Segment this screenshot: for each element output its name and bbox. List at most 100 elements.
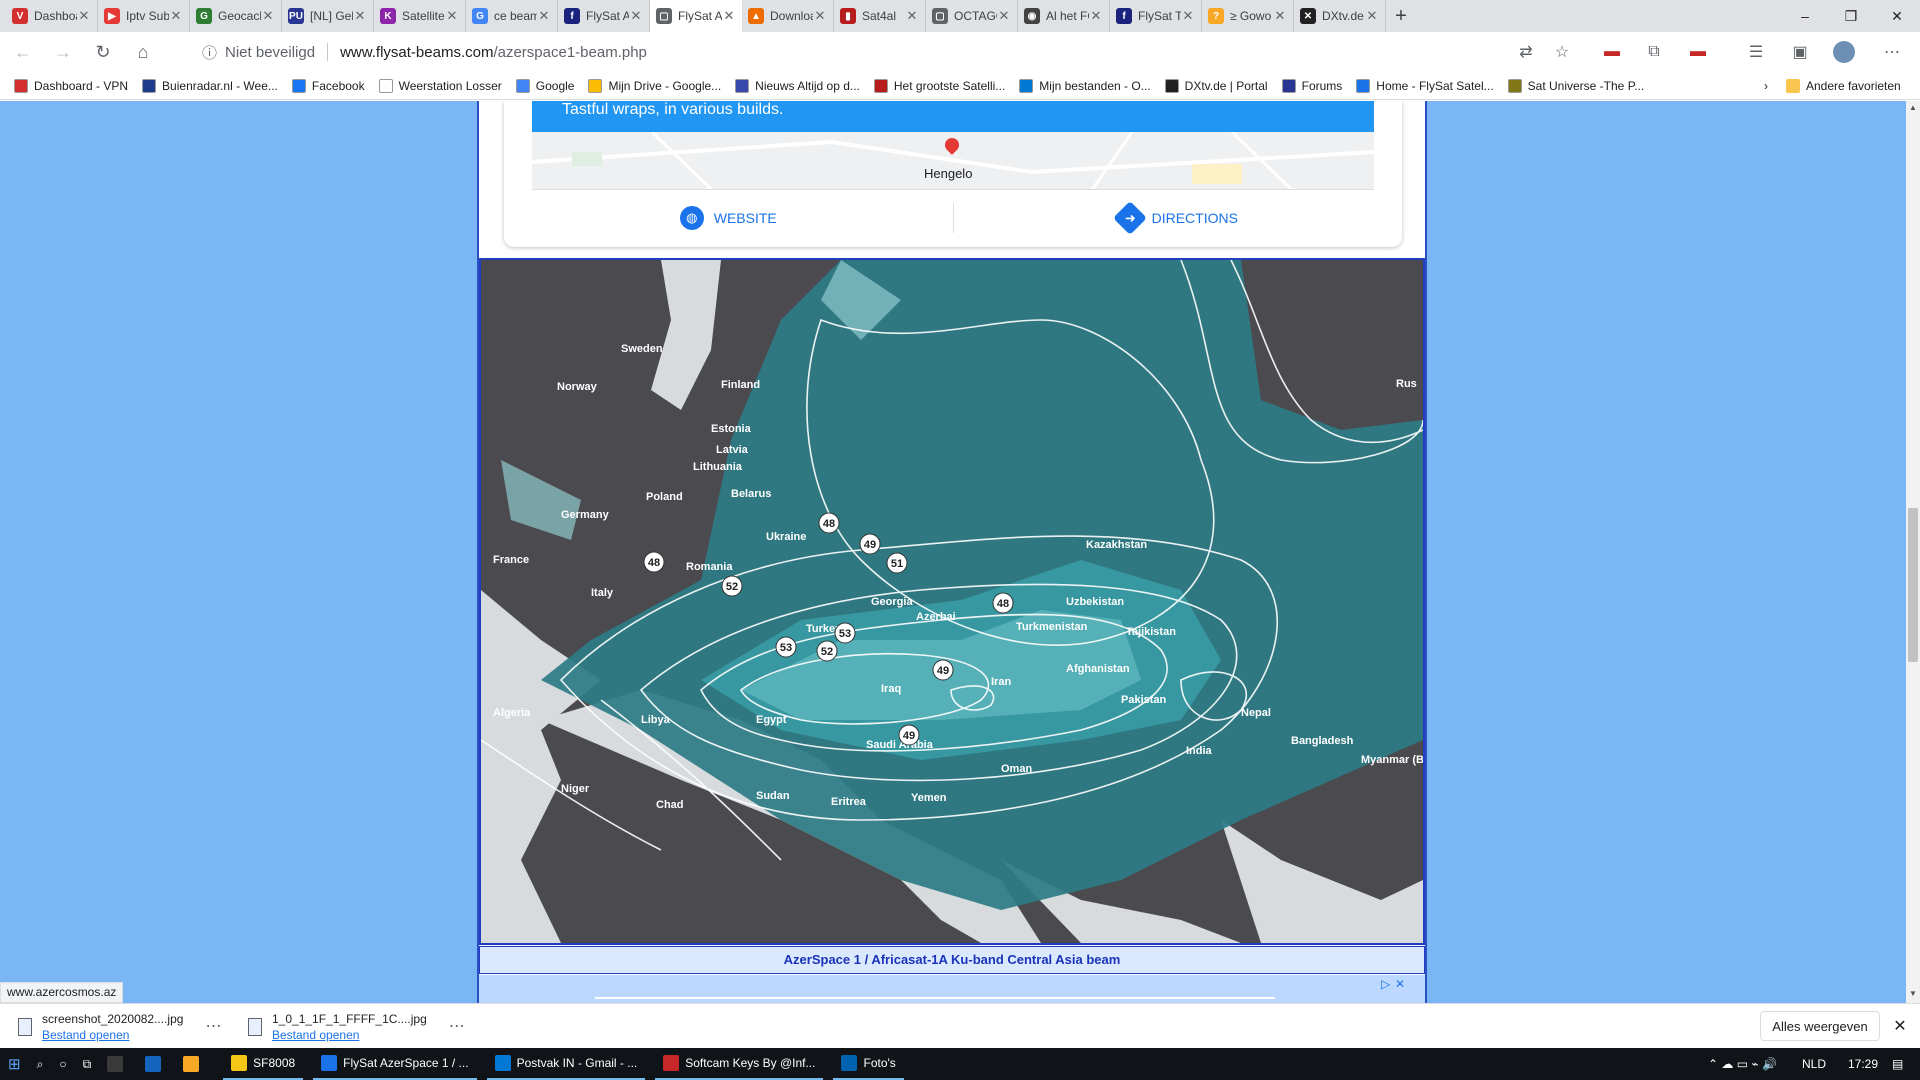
browser-tab[interactable]: ▶ Iptv Subs✕ [98,0,190,32]
task-view-icon[interactable]: ⧉ [75,1048,100,1080]
browser-tab[interactable]: V Dashboa✕ [6,0,98,32]
notifications-icon[interactable]: ▤ [1884,1048,1911,1080]
scroll-up-icon[interactable]: ▲ [1909,103,1917,112]
info-icon[interactable]: ⓘ [202,42,217,63]
taskbar-app[interactable]: Postvak IN - Gmail - ... [486,1048,646,1080]
bookmark-item[interactable]: Mijn Drive - Google... [588,78,721,93]
scroll-down-icon[interactable]: ▼ [1909,989,1917,998]
tab-close-icon[interactable]: ✕ [1365,8,1379,24]
bookmark-item[interactable]: Google [515,78,574,93]
bookmark-item[interactable]: Home - FlySat Satel... [1356,78,1494,93]
minimize-button[interactable]: – [1782,0,1828,32]
browser-tab[interactable]: f FlySat Tu✕ [1110,0,1202,32]
tab-close-icon[interactable]: ✕ [1273,8,1287,24]
bookmark-star-icon[interactable]: ☆ [1548,38,1576,66]
other-favorites[interactable]: Andere favorieten [1786,78,1901,93]
close-window-button[interactable]: ✕ [1874,0,1920,32]
browser-tab[interactable]: ? ≥ Gowo ✕ [1202,0,1294,32]
tab-close-icon[interactable]: ✕ [169,8,183,24]
favorites-icon[interactable]: ☰ [1742,38,1770,66]
cortana-icon[interactable]: ○ [51,1048,74,1080]
tab-close-icon[interactable]: ✕ [445,8,459,24]
tab-close-icon[interactable]: ✕ [1181,8,1195,24]
back-button[interactable]: ← [6,35,40,69]
ad-close-icon[interactable]: ✕ [1395,977,1405,991]
adchoices-icon[interactable]: ▷ [1381,977,1390,991]
show-all-downloads-button[interactable]: Alles weergeven [1760,1011,1880,1041]
bookmark-item[interactable]: Nieuws Altijd op d... [735,78,860,93]
browser-tab[interactable]: ▢ OCTAGO✕ [926,0,1018,32]
security-label[interactable]: Niet beveiligd [225,44,315,61]
tab-close-icon[interactable]: ✕ [353,8,367,24]
profile-avatar[interactable] [1830,38,1858,66]
download-more-icon[interactable]: ⋯ [205,1016,221,1036]
start-button[interactable]: ⊞ [0,1048,29,1080]
browser-tab[interactable]: ▮ Sat4al ✕ [834,0,926,32]
extension-red-icon[interactable]: ▬ [1598,38,1626,66]
tray-icons[interactable]: ⌃ ☁ ▭ ⌁ 🔊 [1700,1048,1785,1080]
location-minimap[interactable]: Hengelo [532,132,1374,190]
bookmarks-overflow-chevron-icon[interactable]: › [1764,79,1768,93]
bookmark-item[interactable]: Weerstation Losser [378,78,502,93]
tab-close-icon[interactable]: ✕ [261,8,275,24]
tab-close-icon[interactable]: ✕ [537,8,551,24]
tab-close-icon[interactable]: ✕ [1089,8,1103,24]
bookmark-item[interactable]: Mijn bestanden - O... [1019,78,1151,93]
browser-tab[interactable]: ✕ DXtv.de ✕ [1294,0,1386,32]
browser-tab[interactable]: G Geocach✕ [190,0,282,32]
directions-link[interactable]: ➜ DIRECTIONS [954,198,1403,238]
translate-icon[interactable]: ⇄ [1512,38,1540,66]
collections-icon[interactable]: ▣ [1786,38,1814,66]
forward-button[interactable]: → [46,35,80,69]
bookmark-item[interactable]: Forums [1281,78,1342,93]
browser-tab[interactable]: ◉ Al het FC✕ [1018,0,1110,32]
bookmark-item[interactable]: Buienradar.nl - Wee... [142,78,278,93]
taskbar-app[interactable]: Foto's [833,1048,904,1080]
tab-close-icon[interactable]: ✕ [722,8,736,24]
extension-red2-icon[interactable]: ▬ [1684,38,1712,66]
browser-tab[interactable]: f FlySat Az✕ [558,0,650,32]
pinned-app-icon[interactable] [137,1048,175,1080]
url-text[interactable]: www.flysat-beams.com/azerspace1-beam.php [340,44,647,61]
browser-tab[interactable]: ▢ FlySat Az✕ [650,0,742,32]
bookmark-item[interactable]: DXtv.de | Portal [1164,78,1268,93]
beam-map[interactable]: Sweden Norway Finland Estonia Latvia Lithuani… [479,258,1455,945]
download-more-icon[interactable]: ⋯ [449,1016,465,1036]
bookmark-item[interactable]: Sat Universe -The P... [1507,78,1644,93]
bookmark-item[interactable]: Dashboard - VPN [14,78,128,93]
home-button[interactable]: ⌂ [126,35,160,69]
pinned-app-icon[interactable] [99,1048,137,1080]
address-bar[interactable]: ⓘ Niet beveiligd www.flysat-beams.com/az… [190,36,1590,68]
pinned-app-icon[interactable] [175,1048,213,1080]
tab-close-icon[interactable]: ✕ [997,8,1011,24]
bookmark-item[interactable]: Facebook [291,78,365,93]
taskbar-app[interactable]: SF8008 [223,1048,304,1080]
browser-tab[interactable]: Gce beam ✕ [466,0,558,32]
download-open-link[interactable]: Bestand openen [272,1028,427,1042]
website-link[interactable]: ◍ WEBSITE [504,198,953,238]
tab-close-icon[interactable]: ✕ [905,8,919,24]
scrollbar-thumb[interactable] [1908,508,1918,662]
browser-tab[interactable]: K Satellites✕ [374,0,466,32]
close-downloads-icon[interactable]: ✕ [1888,1014,1912,1038]
clock[interactable]: 17:29 [1840,1048,1886,1080]
new-tab-button[interactable]: + [1386,0,1416,32]
taskbar-app[interactable]: FlySat AzerSpace 1 / ... [313,1048,477,1080]
file-icon [18,1018,32,1036]
reload-button[interactable]: ↻ [86,35,120,69]
extension-cast-icon[interactable]: ⧉ [1640,38,1668,66]
tab-close-icon[interactable]: ✕ [629,8,643,24]
menu-icon[interactable]: ⋯ [1878,38,1906,66]
tab-close-icon[interactable]: ✕ [813,8,827,24]
search-icon[interactable]: ⌕ [29,1048,52,1080]
download-open-link[interactable]: Bestand openen [42,1028,183,1042]
download-item[interactable]: screenshot_2020082....jpg Bestand openen … [0,1010,221,1044]
browser-tab[interactable]: PU [NL] Geb✕ [282,0,374,32]
tab-close-icon[interactable]: ✕ [77,8,91,24]
bookmark-item[interactable]: Het grootste Satelli... [873,78,1005,93]
download-item[interactable]: 1_0_1_1F_1_FFFF_1C....jpg Bestand openen … [230,1010,465,1044]
taskbar-app[interactable]: Softcam Keys By @Inf... [655,1048,824,1080]
browser-tab[interactable]: ▲ Downloa ✕ [742,0,834,32]
maximize-button[interactable]: ❐ [1828,0,1874,32]
language-indicator[interactable]: NLD [1794,1048,1834,1080]
